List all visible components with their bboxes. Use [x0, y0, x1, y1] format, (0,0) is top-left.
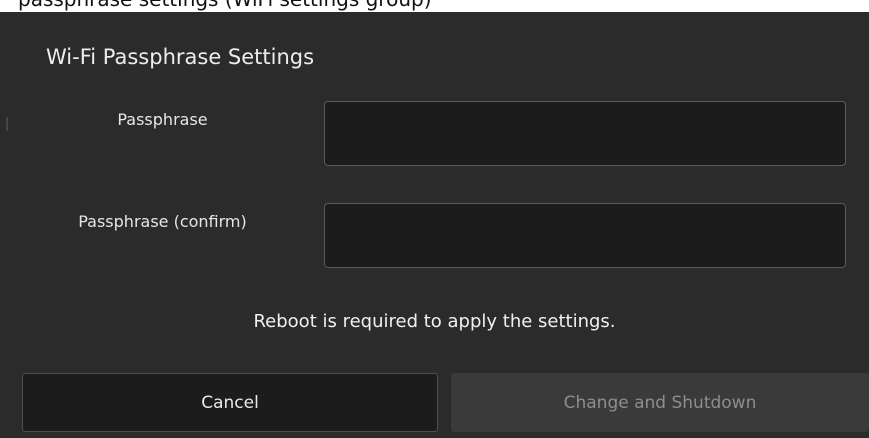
change-and-shutdown-button[interactable]: Change and Shutdown [451, 373, 869, 432]
background-partial-text: passphrase settings (WiFi settings group… [18, 0, 432, 11]
cancel-button[interactable]: Cancel [22, 373, 438, 432]
passphrase-input[interactable] [324, 101, 846, 166]
passphrase-confirm-input[interactable] [324, 203, 846, 268]
background-window: passphrase settings (WiFi settings group… [0, 0, 869, 12]
dialog-title: Wi-Fi Passphrase Settings [46, 45, 315, 69]
passphrase-confirm-label: Passphrase (confirm) [78, 212, 247, 231]
wifi-passphrase-dialog: Wi-Fi Passphrase Settings Passphrase Pas… [0, 12, 869, 438]
passphrase-label: Passphrase [117, 110, 208, 129]
reboot-notice: Reboot is required to apply the settings… [253, 311, 616, 332]
